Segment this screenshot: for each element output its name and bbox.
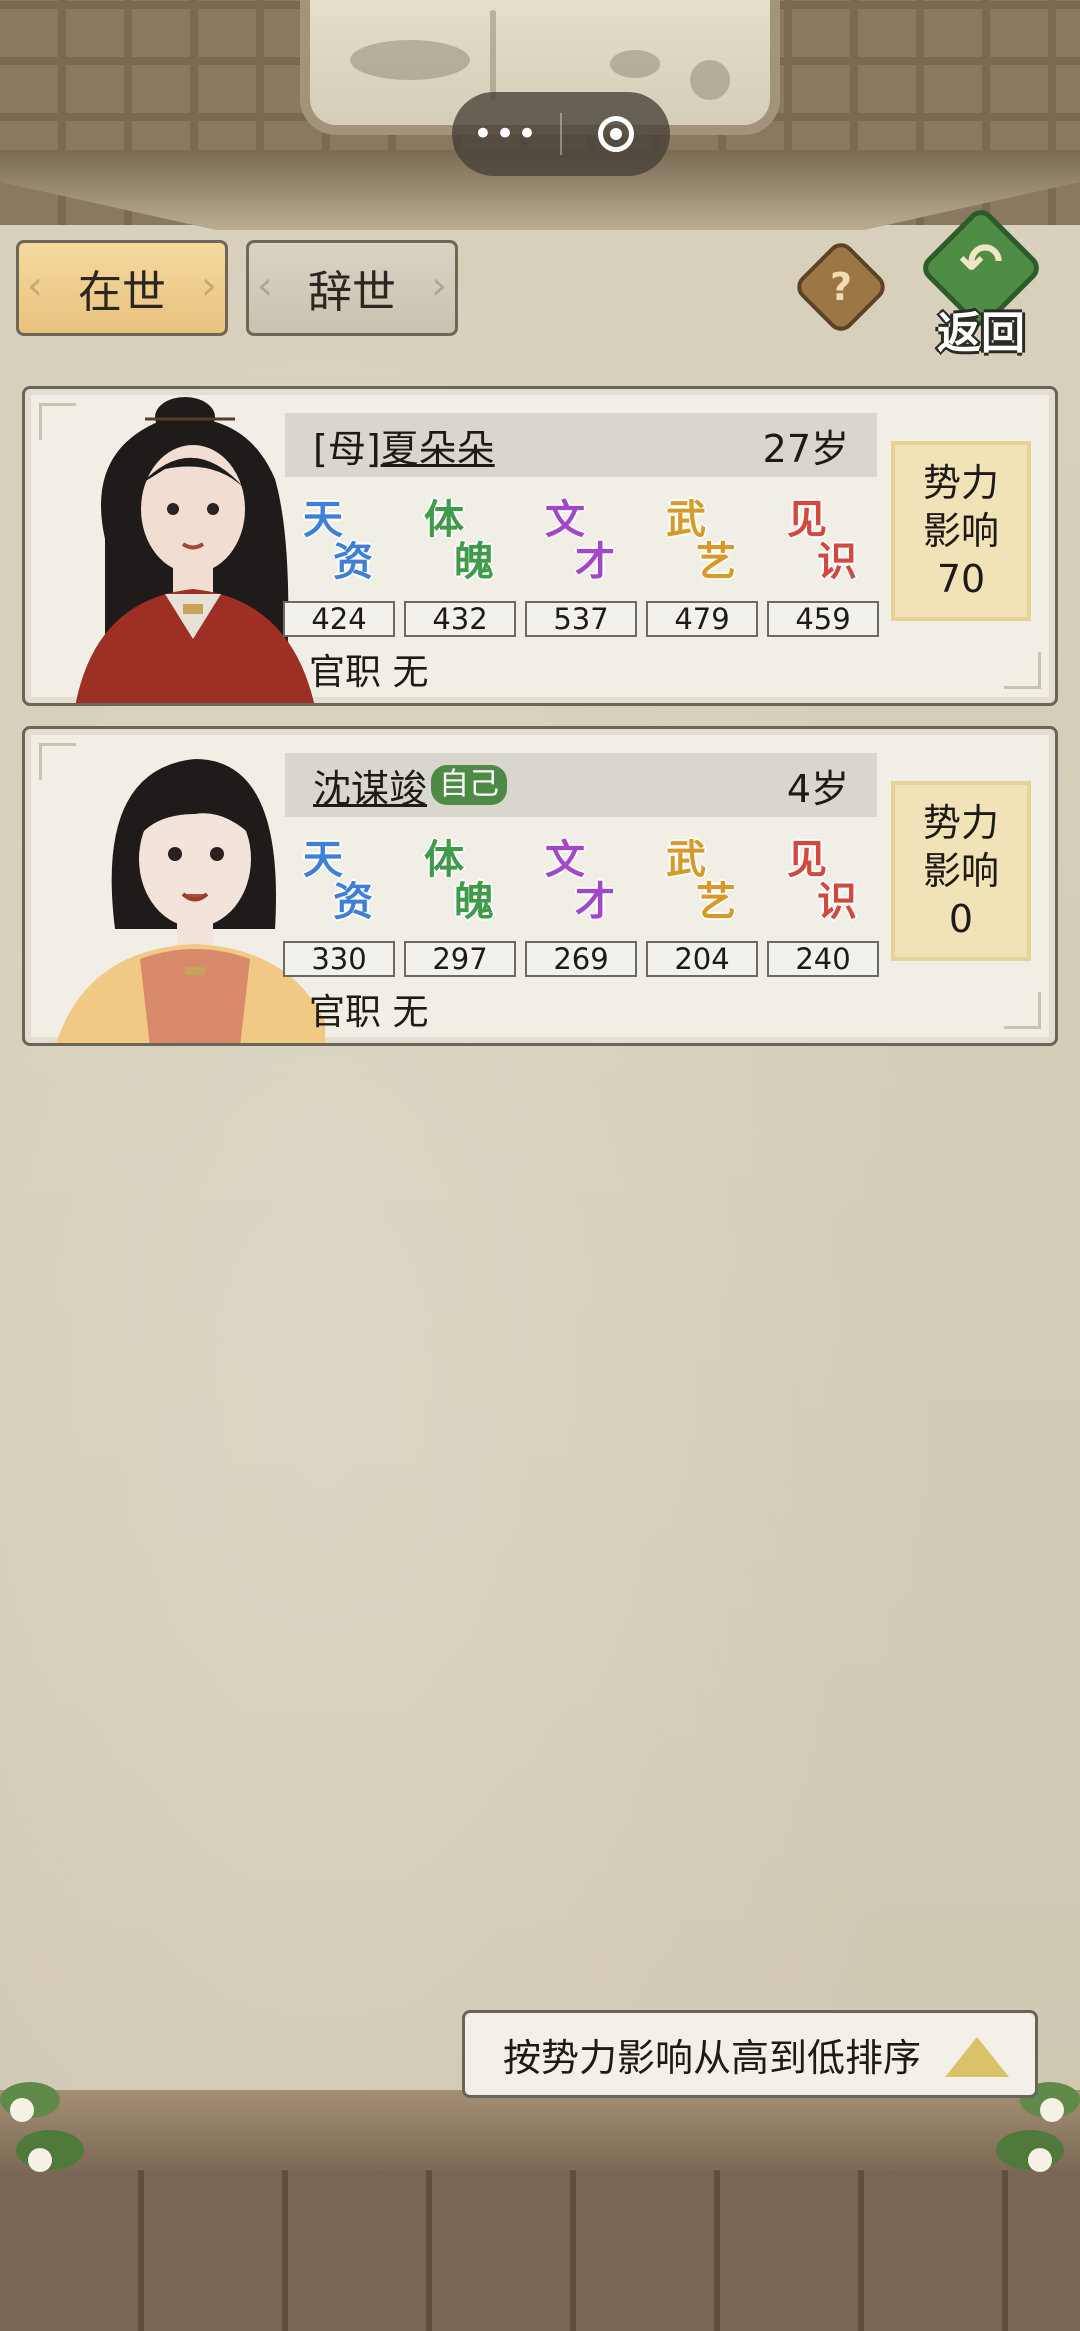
member-card[interactable]: 沈谋竣 自己 4岁 天 资 330 体 魄 297 文 才 269 武 艺 20… [22, 726, 1058, 1046]
chevron-right-icon: › [201, 263, 217, 309]
stat-knowledge: 见 识 459 [767, 487, 879, 637]
member-age: 27岁 [762, 426, 849, 471]
stat-literary-glyph-2: 才 [575, 878, 615, 925]
back-label: 返回 [937, 308, 1025, 359]
stat-martial-glyph-2: 艺 [696, 878, 736, 925]
tab-deceased-label: 辞世 [308, 267, 396, 318]
member-card[interactable]: [母] 夏朵朵 27岁 天 资 424 体 魄 432 文 才 537 武 艺 … [22, 386, 1058, 706]
flower-decoration-left [0, 2082, 84, 2172]
stat-martial: 武 艺 204 [646, 827, 758, 977]
stat-physique: 体 魄 432 [404, 487, 516, 637]
influence-value: 70 [936, 557, 986, 601]
stat-literary: 文 才 537 [525, 487, 637, 637]
stat-physique-value: 432 [404, 601, 516, 637]
stat-talent-glyph-2: 资 [333, 538, 373, 585]
influence-box: 势力 影响 0 [891, 781, 1031, 961]
triangle-up-icon [945, 2037, 1009, 2077]
stat-physique-value: 297 [404, 941, 516, 977]
stat-knowledge-value: 459 [767, 601, 879, 637]
influence-label-2: 影响 [922, 509, 999, 553]
office-value: 无 [392, 652, 429, 693]
tab-deceased[interactable]: ‹ 辞世 › [246, 240, 458, 336]
stats-row: 天 资 330 体 魄 297 文 才 269 武 艺 204 见 识 240 [283, 827, 883, 977]
stat-martial-value: 479 [646, 601, 758, 637]
influence-value: 0 [948, 897, 974, 941]
influence-label-2: 影响 [922, 849, 999, 893]
official-position: 官职 无 [309, 643, 428, 695]
mini-program-capsule: ••• [452, 92, 670, 176]
stat-physique: 体 魄 297 [404, 827, 516, 977]
back-button[interactable]: ↶ 返回 [916, 204, 1046, 359]
influence-box: 势力 影响 70 [891, 441, 1031, 621]
stat-physique-glyph-2: 魄 [454, 538, 494, 585]
member-name-bar: 沈谋竣 自己 4岁 [285, 753, 877, 817]
office-value: 无 [392, 992, 429, 1033]
office-label: 官职 [309, 992, 382, 1033]
stat-literary-value: 537 [525, 601, 637, 637]
office-label: 官职 [309, 652, 382, 693]
sort-label: 按势力影响从高到低排序 [503, 2035, 922, 2080]
relation-prefix: [母] [313, 426, 381, 471]
stat-martial-value: 204 [646, 941, 758, 977]
influence-label-1: 势力 [922, 461, 999, 505]
stat-talent-glyph-2: 资 [333, 878, 373, 925]
chevron-right-icon: › [431, 263, 447, 309]
stat-talent-value: 330 [283, 941, 395, 977]
more-menu-icon[interactable]: ••• [452, 114, 560, 154]
stat-talent-value: 424 [283, 601, 395, 637]
chevron-left-icon: ‹ [257, 263, 273, 309]
stat-knowledge-value: 240 [767, 941, 879, 977]
tab-alive-label: 在世 [78, 267, 166, 318]
return-arrow-icon: ↶ [959, 233, 1003, 293]
stat-literary-glyph-2: 才 [575, 538, 615, 585]
stats-row: 天 资 424 体 魄 432 文 才 537 武 艺 479 见 识 459 [283, 487, 883, 637]
stat-talent: 天 资 330 [283, 827, 395, 977]
stat-knowledge-glyph-2: 识 [817, 878, 857, 925]
stat-literary-value: 269 [525, 941, 637, 977]
stat-martial: 武 艺 479 [646, 487, 758, 637]
question-mark-icon: ? [829, 265, 853, 309]
sort-by-influence-button[interactable]: 按势力影响从高到低排序 [462, 2010, 1038, 2098]
official-position: 官职 无 [309, 983, 428, 1035]
member-name-link[interactable]: 夏朵朵 [381, 418, 495, 473]
stat-knowledge-glyph-2: 识 [817, 538, 857, 585]
wooden-shelf [0, 2170, 1080, 2331]
member-name-bar: [母] 夏朵朵 27岁 [285, 413, 877, 477]
stat-talent: 天 资 424 [283, 487, 395, 637]
tab-alive[interactable]: ‹ 在世 › [16, 240, 228, 336]
stat-martial-glyph-2: 艺 [696, 538, 736, 585]
self-badge: 自己 [431, 765, 508, 805]
target-circle-icon [598, 116, 634, 152]
member-name-link[interactable]: 沈谋竣 [313, 758, 427, 813]
member-age: 4岁 [786, 766, 849, 811]
wooden-shelf-top [0, 2090, 1080, 2170]
stat-knowledge: 见 识 240 [767, 827, 879, 977]
close-miniprogram-button[interactable] [562, 116, 670, 152]
chevron-left-icon: ‹ [27, 263, 43, 309]
stat-literary: 文 才 269 [525, 827, 637, 977]
influence-label-1: 势力 [922, 801, 999, 845]
stat-physique-glyph-2: 魄 [454, 878, 494, 925]
